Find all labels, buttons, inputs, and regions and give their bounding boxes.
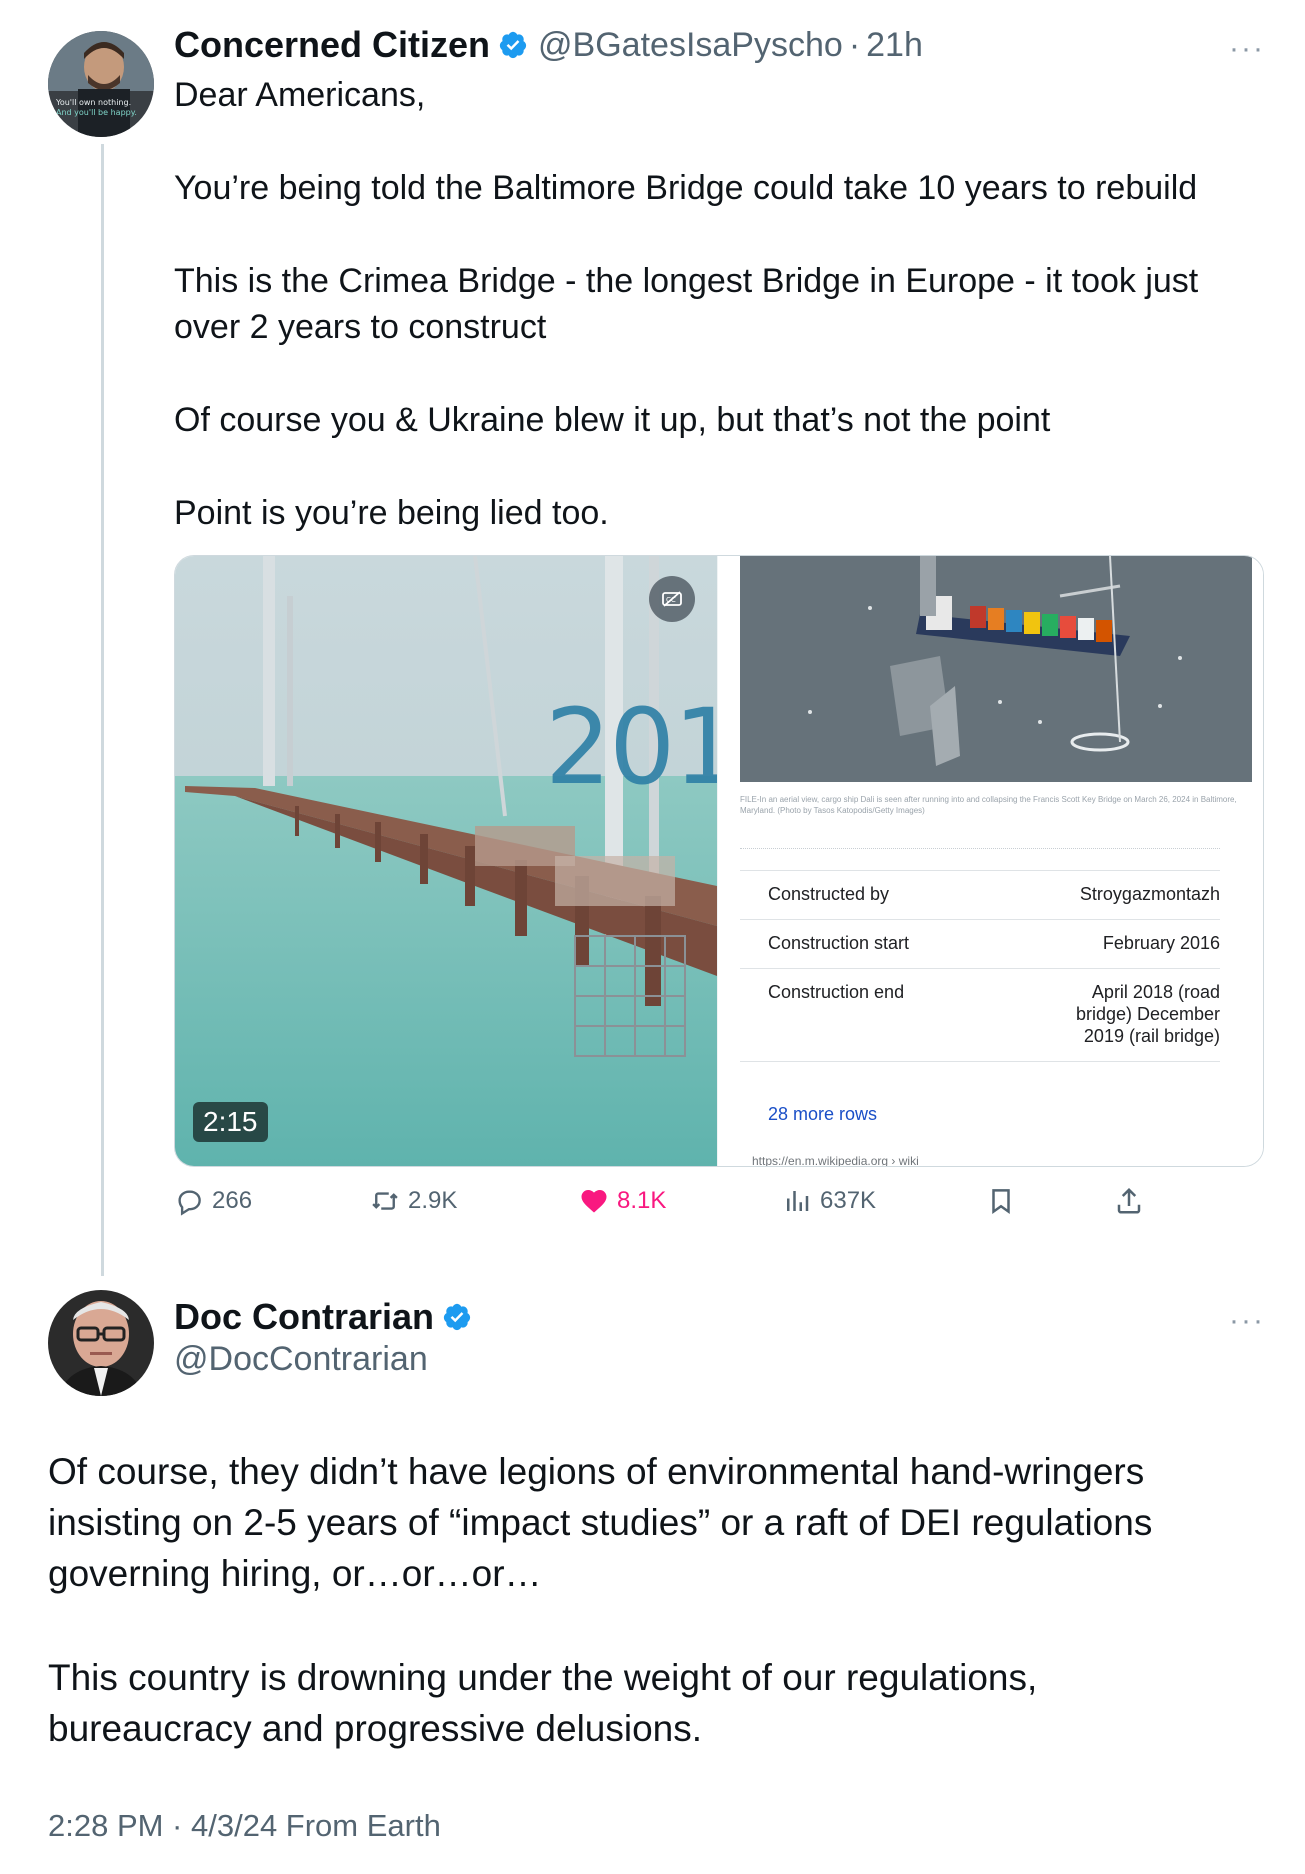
like-count: 8.1K xyxy=(617,1187,667,1214)
infobox-label: Construction start xyxy=(768,933,910,953)
verified-badge-icon[interactable] xyxy=(442,1302,472,1332)
avatar-caption-line1: You'll own nothing. xyxy=(55,98,131,107)
more-options-icon[interactable]: ··· xyxy=(1229,1306,1265,1336)
more-rows-link[interactable]: 28 more rows xyxy=(768,1104,877,1125)
infobox-value: April 2018 (road bridge) December 2019 (… xyxy=(1075,982,1220,1046)
reply-button[interactable]: 266 xyxy=(174,1186,252,1216)
tweet-timestamp[interactable]: 2:28 PM · 4/3/24 From Earth xyxy=(48,1808,441,1844)
more-options-icon[interactable]: ··· xyxy=(1229,34,1265,64)
divider xyxy=(740,848,1220,849)
author-handle[interactable]: @BGatesIsaPyscho xyxy=(538,26,843,65)
tweet-paragraph: This country is drowning under the weigh… xyxy=(48,1657,1038,1749)
tweet-paragraph: Of course you & Ukraine blew it up, but … xyxy=(174,401,1051,439)
reply-icon xyxy=(178,1190,201,1216)
closed-captions-off-icon[interactable]: CC xyxy=(649,576,695,622)
tweet2-body: Of course, they didn’t have legions of e… xyxy=(48,1446,1263,1599)
tweet-paragraph: Point is you’re being lied too. xyxy=(174,494,609,532)
share-icon xyxy=(1117,1187,1141,1214)
share-button[interactable] xyxy=(1114,1186,1152,1216)
bookmark-button[interactable] xyxy=(986,1186,1024,1216)
tweet1-header: Concerned Citizen @BGatesIsaPyscho · 21h xyxy=(174,24,923,66)
author-name[interactable]: Concerned Citizen xyxy=(174,24,490,66)
tweet-media-grid: 201 CC 2:15 xyxy=(174,555,1264,1167)
tweet-paragraph: This is the Crimea Bridge - the longest … xyxy=(174,262,1199,346)
views-button[interactable]: 637K xyxy=(782,1186,876,1216)
heart-filled-icon xyxy=(581,1190,607,1213)
tweet-paragraph: Dear Americans, xyxy=(174,76,426,114)
infobox-label: Construction end xyxy=(768,982,905,1002)
tweet-paragraph: You’re being told the Baltimore Bridge c… xyxy=(174,169,1198,207)
video-player[interactable]: 201 CC 2:15 xyxy=(175,556,717,1166)
video-year-overlay: 201 xyxy=(545,686,717,808)
views-count: 637K xyxy=(820,1187,877,1214)
infobox-value: February 2016 xyxy=(1102,933,1220,953)
source-url[interactable]: https://en.m.wikipedia.org › wiki xyxy=(752,1154,919,1166)
tweet2-header: Doc Contrarian xyxy=(174,1296,472,1338)
infobox-row: Constructed by Stroygazmontazh xyxy=(740,870,1220,919)
tweet-time[interactable]: 21h xyxy=(866,26,923,65)
bookmark-icon xyxy=(992,1189,1010,1215)
tweet-paragraph: Of course, they didn’t have legions of e… xyxy=(48,1451,1153,1594)
image-attachment[interactable]: FILE-In an aerial view, cargo ship Dali … xyxy=(717,556,1263,1166)
tweet2-body: This country is drowning under the weigh… xyxy=(48,1652,1148,1754)
reply-count: 266 xyxy=(212,1187,253,1214)
thread-connector-line xyxy=(101,144,104,1276)
aerial-photo xyxy=(740,556,1252,782)
infobox-value: Stroygazmontazh xyxy=(1079,884,1220,904)
tweet1-action-bar: 266 2.9K 8.1K 637K xyxy=(174,1186,1184,1232)
author-name[interactable]: Doc Contrarian xyxy=(174,1296,434,1338)
retweet-icon xyxy=(372,1192,398,1210)
infobox-row: Construction start February 2016 xyxy=(740,919,1220,968)
avatar[interactable] xyxy=(48,1290,154,1396)
photo-caption: FILE-In an aerial view, cargo ship Dali … xyxy=(740,795,1237,815)
retweet-button[interactable]: 2.9K xyxy=(370,1186,457,1216)
like-button[interactable]: 8.1K xyxy=(579,1186,666,1216)
infobox-table: Constructed by Stroygazmontazh Construct… xyxy=(740,870,1220,1062)
retweet-count: 2.9K xyxy=(408,1187,458,1214)
avatar[interactable]: You'll own nothing. And you'll be happy. xyxy=(48,31,154,137)
avatar-caption-line2: And you'll be happy. xyxy=(56,108,137,117)
author-handle[interactable]: @DocContrarian xyxy=(174,1340,428,1379)
views-chart-icon xyxy=(787,1191,809,1211)
infobox-label: Constructed by xyxy=(768,884,890,904)
infobox-row: Construction end April 2018 (road bridge… xyxy=(740,968,1220,1062)
separator-dot: · xyxy=(848,25,861,64)
video-duration: 2:15 xyxy=(193,1102,268,1142)
verified-badge-icon[interactable] xyxy=(498,30,528,60)
